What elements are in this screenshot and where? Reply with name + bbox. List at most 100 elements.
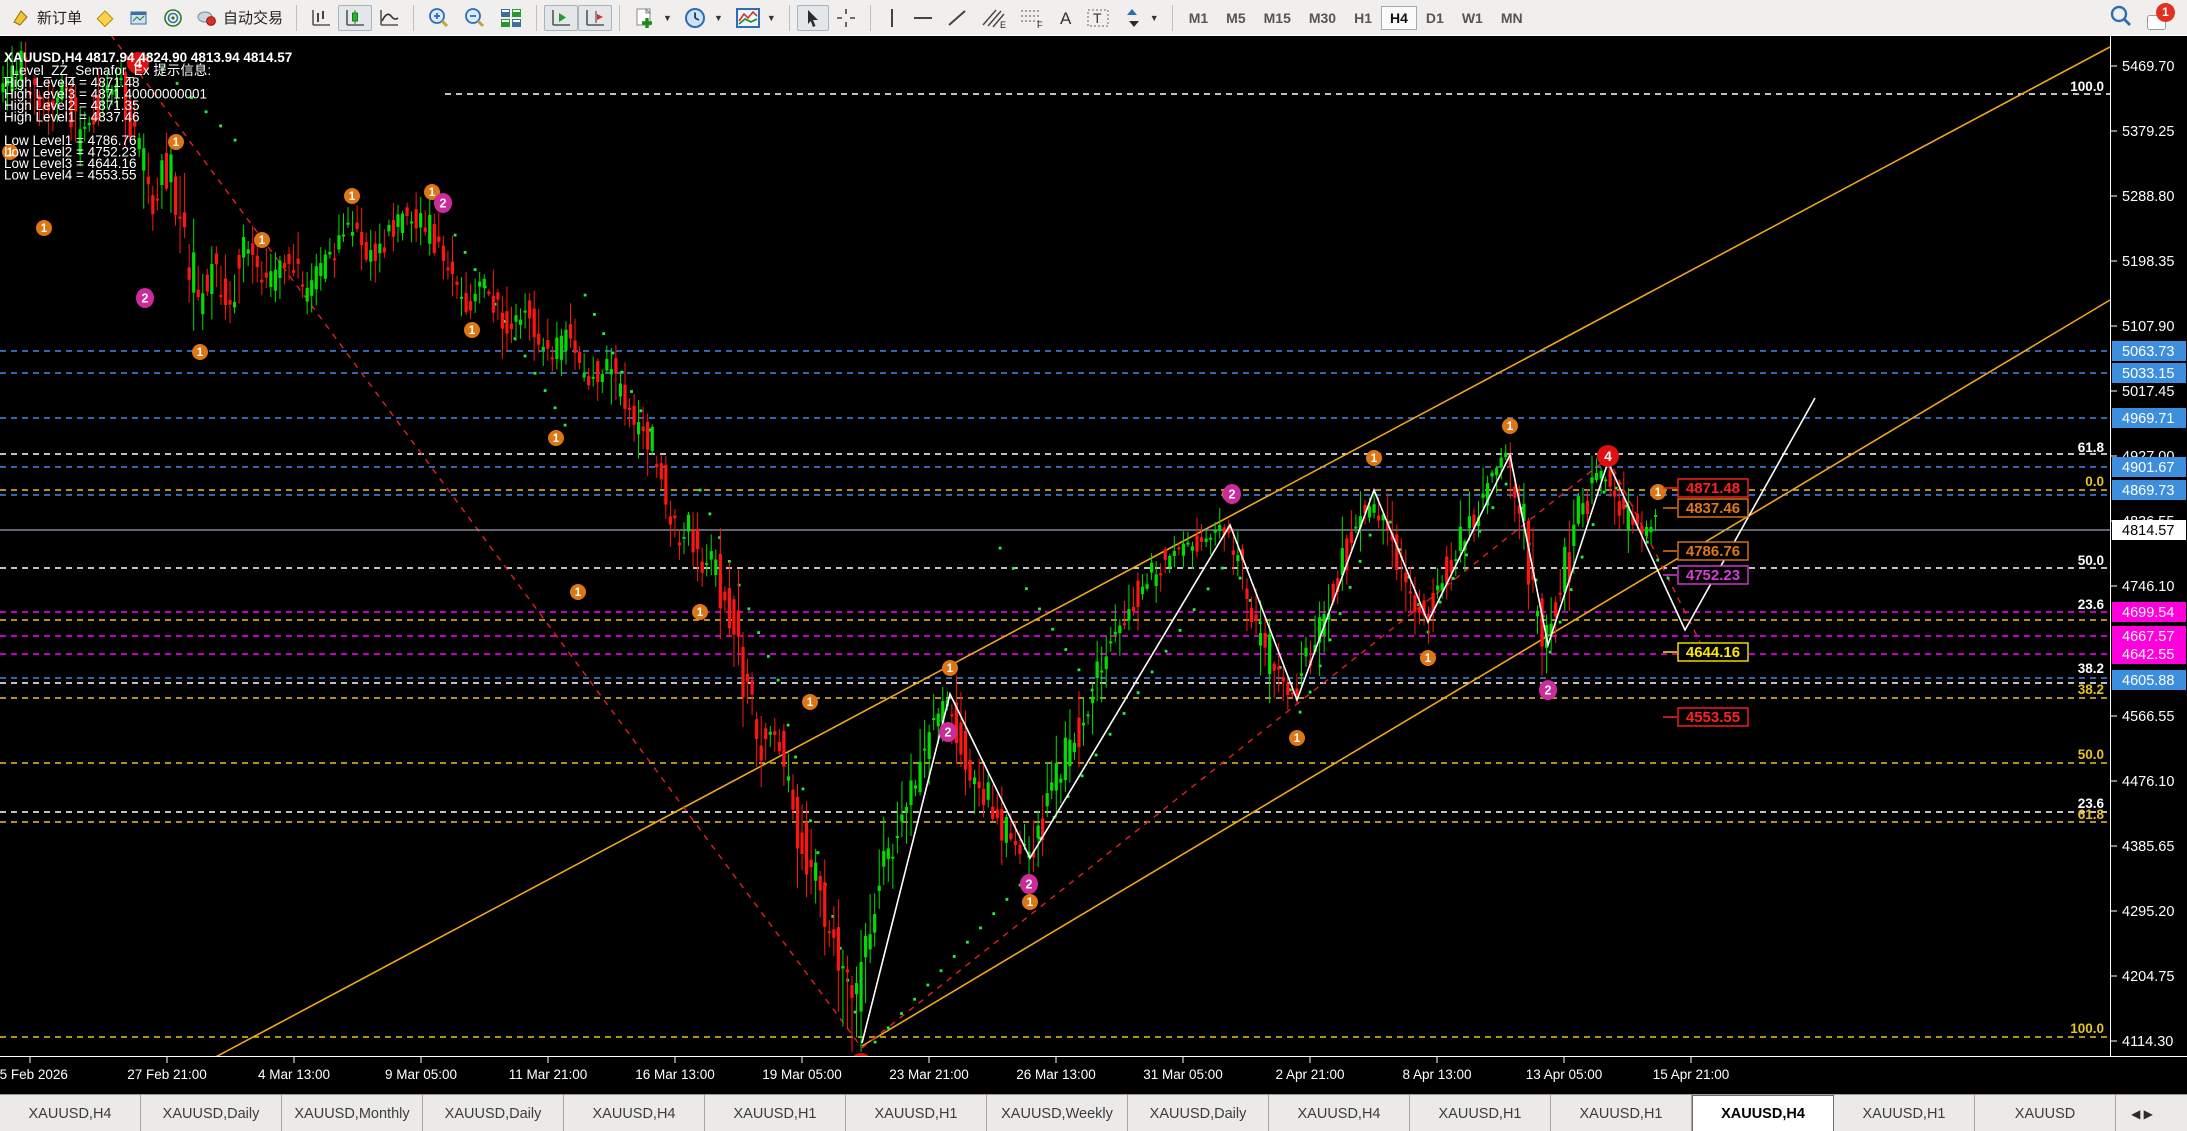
timeframe-button-w1[interactable]: W1 <box>1453 6 1492 30</box>
chart-shift-button[interactable] <box>578 5 612 31</box>
chart-tab-11[interactable]: XAUUSD,H1 <box>1551 1095 1692 1131</box>
svg-text:1: 1 <box>197 347 204 359</box>
timeframe-button-h1[interactable]: H1 <box>1345 6 1381 30</box>
chart-tab-13[interactable]: XAUUSD,H1 <box>1834 1095 1975 1131</box>
svg-text:50.0: 50.0 <box>2078 747 2104 762</box>
bar-chart-mode-button[interactable] <box>304 5 338 31</box>
svg-text:4566.55: 4566.55 <box>2122 709 2174 725</box>
vertical-line-tool[interactable] <box>878 5 906 31</box>
toolbar-separator <box>619 5 620 31</box>
price-axis[interactable]: 5469.705379.255288.805198.355107.905017.… <box>2111 36 2187 1056</box>
svg-text:4871.48: 4871.48 <box>1686 480 1740 497</box>
zoom-in-button[interactable] <box>421 4 457 32</box>
svg-text:50.0: 50.0 <box>2078 553 2104 568</box>
chart-tab-8[interactable]: XAUUSD,Daily <box>1128 1095 1269 1131</box>
toolbar-separator <box>1172 5 1173 31</box>
periods-button[interactable]: ▼ <box>678 4 729 32</box>
radar-icon <box>162 7 184 29</box>
text-tool[interactable]: A <box>1050 5 1080 31</box>
tab-scroll-arrows[interactable]: ◀ ▶ <box>2116 1095 2168 1131</box>
chart-tab-5[interactable]: XAUUSD,H1 <box>705 1095 846 1131</box>
chart-tab-2[interactable]: XAUUSD,Monthly <box>282 1095 423 1131</box>
fibo-retracement-tool[interactable]: E <box>974 4 1012 32</box>
svg-text:4 Mar 13:00: 4 Mar 13:00 <box>258 1067 330 1082</box>
svg-text:T: T <box>1093 10 1102 26</box>
svg-text:4901.67: 4901.67 <box>2122 460 2174 476</box>
notifications-button[interactable]: 1 <box>2147 6 2173 30</box>
svg-text:5107.90: 5107.90 <box>2122 319 2174 335</box>
chart-tab-6[interactable]: XAUUSD,H1 <box>846 1095 987 1131</box>
svg-text:A: A <box>1060 9 1072 28</box>
svg-text:38.2: 38.2 <box>2078 661 2104 676</box>
candle-chart-mode-button[interactable] <box>338 5 372 31</box>
timeframe-button-m5[interactable]: M5 <box>1217 6 1254 30</box>
svg-text:2: 2 <box>440 197 447 211</box>
auto-trading-label: 自动交易 <box>223 7 283 28</box>
chart-canvas[interactable]: 111111111111111111112222224444871.484837… <box>0 35 2187 1094</box>
svg-text:5063.73: 5063.73 <box>2122 344 2174 360</box>
chart-tab-14[interactable]: XAUUSD <box>1975 1095 2116 1131</box>
chevron-down-icon: ▼ <box>767 13 776 23</box>
new-chart-button[interactable]: ▼ <box>627 4 678 32</box>
svg-text:F: F <box>1037 20 1043 29</box>
chart-tab-1[interactable]: XAUUSD,Daily <box>141 1095 282 1131</box>
chart-tab-3[interactable]: XAUUSD,Daily <box>423 1095 564 1131</box>
svg-text:61.8: 61.8 <box>2078 440 2105 455</box>
text-label-tool[interactable]: T <box>1080 4 1116 32</box>
trendline-tool[interactable] <box>940 5 974 31</box>
auto-scroll-button[interactable] <box>544 5 578 31</box>
chart-tab-7[interactable]: XAUUSD,Weekly <box>987 1095 1128 1131</box>
svg-text:4385.65: 4385.65 <box>2122 839 2174 855</box>
terminal-button[interactable] <box>122 4 156 32</box>
chart-area[interactable]: 111111111111111111112222224444871.484837… <box>0 35 2187 1094</box>
timeframe-button-m15[interactable]: M15 <box>1255 6 1300 30</box>
chart-tab-10[interactable]: XAUUSD,H1 <box>1410 1095 1551 1131</box>
timeframe-button-h4[interactable]: H4 <box>1381 6 1417 30</box>
svg-text:Low Level4 = 4553.55: Low Level4 = 4553.55 <box>4 168 136 183</box>
signals-button[interactable] <box>156 4 190 32</box>
horizontal-line-tool[interactable] <box>906 5 940 31</box>
timeframe-button-mn[interactable]: MN <box>1492 6 1532 30</box>
svg-text:100.0: 100.0 <box>2070 1021 2104 1036</box>
svg-text:1: 1 <box>349 191 356 203</box>
search-icon[interactable] <box>2109 4 2133 32</box>
timeframe-button-d1[interactable]: D1 <box>1417 6 1453 30</box>
svg-text:38.2: 38.2 <box>2078 682 2104 697</box>
fibo-lines-tool[interactable]: F <box>1012 4 1050 32</box>
new-order-icon <box>10 7 32 29</box>
svg-text:4114.30: 4114.30 <box>2122 1034 2173 1050</box>
svg-text:2: 2 <box>945 726 952 740</box>
terminal-window-icon <box>128 7 150 29</box>
chart-bg <box>0 35 2187 1056</box>
svg-text:1: 1 <box>1425 653 1432 665</box>
svg-text:4786.76: 4786.76 <box>1686 543 1740 560</box>
toolbar-separator <box>296 5 297 31</box>
crosshair-tool-button[interactable] <box>829 4 863 32</box>
chart-tab-12[interactable]: XAUUSD,H4 <box>1692 1095 1834 1131</box>
chart-gem-button[interactable] <box>88 4 122 32</box>
line-chart-mode-button[interactable] <box>372 5 406 31</box>
chart-tab-0[interactable]: XAUUSD,H4 <box>0 1095 141 1131</box>
indicators-button[interactable]: ▼ <box>729 4 782 32</box>
svg-text:5017.45: 5017.45 <box>2122 384 2174 400</box>
time-axis[interactable]: 25 Feb 202627 Feb 21:004 Mar 13:009 Mar … <box>0 1057 2187 1094</box>
tile-windows-button[interactable] <box>493 4 529 32</box>
timeframe-button-m1[interactable]: M1 <box>1180 6 1217 30</box>
svg-text:100.0: 100.0 <box>2070 79 2104 94</box>
arrows-tool[interactable]: ▼ <box>1116 4 1165 32</box>
timeframe-button-m30[interactable]: M30 <box>1300 6 1345 30</box>
svg-text:1: 1 <box>807 697 814 709</box>
svg-text:1: 1 <box>1294 733 1301 745</box>
auto-trading-button[interactable]: 自动交易 <box>190 4 289 32</box>
svg-text:23.6: 23.6 <box>2078 597 2105 612</box>
chevron-down-icon: ▼ <box>714 13 723 23</box>
zoom-out-button[interactable] <box>457 4 493 32</box>
svg-text:9 Mar 05:00: 9 Mar 05:00 <box>385 1067 457 1082</box>
cursor-tool-button[interactable] <box>797 5 829 31</box>
svg-text:5288.80: 5288.80 <box>2122 189 2174 205</box>
new-order-button[interactable]: 新订单 <box>4 4 88 32</box>
svg-text:13 Apr 05:00: 13 Apr 05:00 <box>1526 1067 1603 1082</box>
svg-text:4642.55: 4642.55 <box>2122 647 2174 663</box>
chart-tab-4[interactable]: XAUUSD,H4 <box>564 1095 705 1131</box>
chart-tab-9[interactable]: XAUUSD,H4 <box>1269 1095 1410 1131</box>
